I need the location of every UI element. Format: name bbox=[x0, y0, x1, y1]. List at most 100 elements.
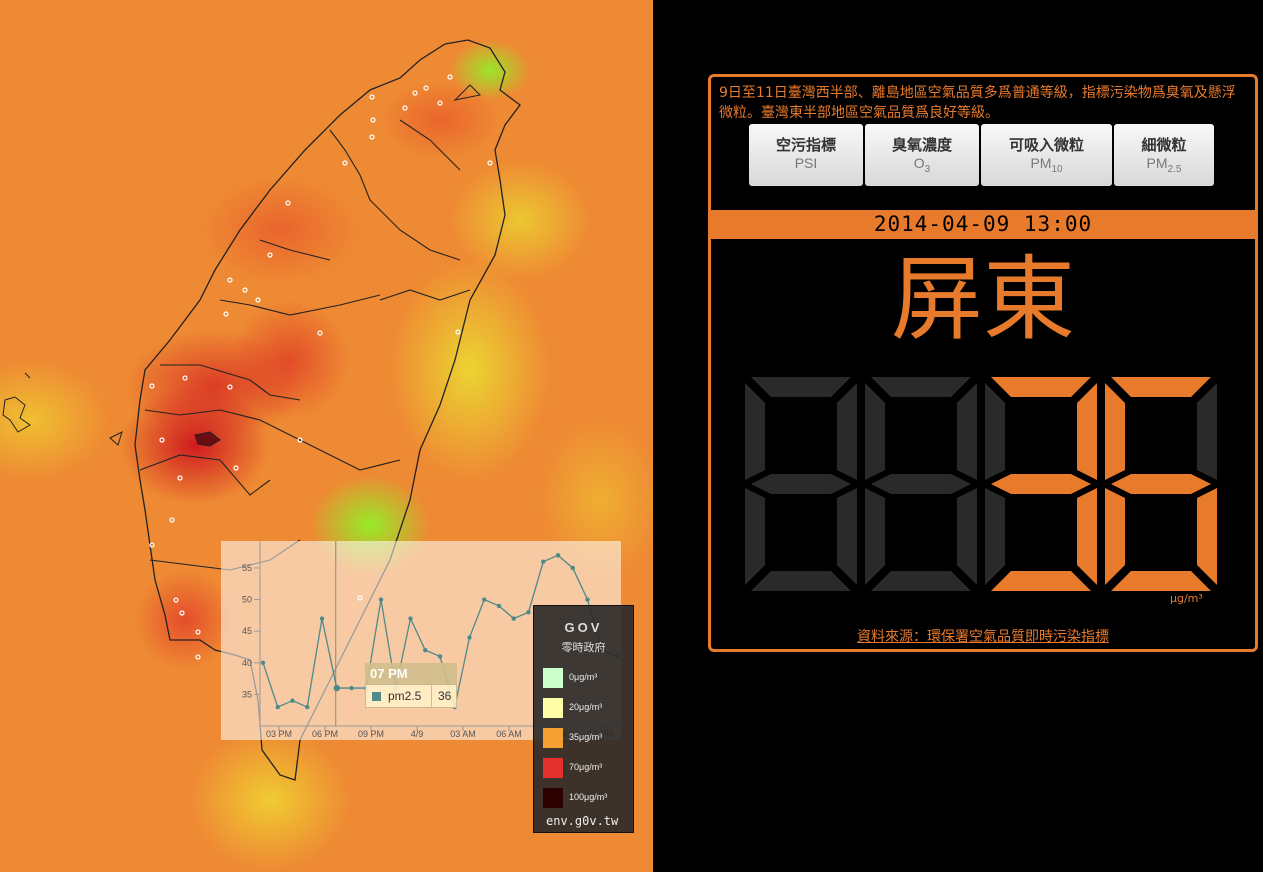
data-point bbox=[290, 698, 295, 703]
segment-e bbox=[745, 488, 765, 585]
tooltip-series-swatch bbox=[372, 692, 381, 701]
station-name: 屏東 bbox=[890, 246, 1075, 353]
digit-1 bbox=[865, 377, 977, 591]
segment-f bbox=[985, 383, 1005, 480]
digit-0 bbox=[745, 377, 857, 591]
segment-b bbox=[837, 383, 857, 480]
g0v-logo: GOV bbox=[564, 620, 603, 635]
segment-f bbox=[1105, 383, 1125, 480]
reading-datetime: 2014-04-09 13:00 bbox=[711, 210, 1255, 239]
data-point bbox=[378, 597, 384, 602]
segment-a bbox=[1111, 377, 1211, 397]
data-point bbox=[555, 553, 561, 558]
data-point bbox=[349, 685, 354, 691]
data-point bbox=[541, 559, 546, 564]
segment-d bbox=[751, 571, 851, 591]
data-point bbox=[408, 616, 413, 621]
legend-label: 100μg/m³ bbox=[569, 792, 608, 802]
tooltip-value: 36 bbox=[431, 685, 451, 707]
tab-psi-sub: PSI bbox=[794, 155, 818, 171]
segment-f bbox=[745, 383, 765, 480]
segment-e bbox=[1105, 488, 1125, 585]
segment-g bbox=[871, 474, 971, 494]
y-tick-label: 40 bbox=[242, 658, 252, 668]
data-point bbox=[482, 597, 487, 602]
y-tick-label: 50 bbox=[242, 595, 252, 605]
segment-c bbox=[837, 488, 857, 585]
segment-a bbox=[871, 377, 971, 397]
legend-label: 0μg/m³ bbox=[569, 672, 598, 682]
segment-e bbox=[865, 488, 885, 585]
segment-b bbox=[1197, 383, 1217, 480]
x-tick-label: 06 AM bbox=[496, 729, 522, 739]
seven-segment-display bbox=[745, 377, 1217, 591]
tab-o3-label: 臭氧濃度 bbox=[891, 136, 952, 154]
data-point bbox=[423, 647, 428, 653]
legend-label: 35μg/m³ bbox=[569, 732, 603, 742]
legend-swatch bbox=[543, 698, 563, 718]
pollution-heat-map[interactable]: 555045403503 PM06 PM09 PM4/903 AM06 AM09… bbox=[0, 0, 653, 872]
segment-d bbox=[871, 571, 971, 591]
legend-swatch bbox=[543, 788, 563, 808]
legend-label: 20μg/m³ bbox=[569, 702, 603, 712]
tab-pm25-sub: PM2.5 bbox=[1146, 155, 1182, 175]
data-point bbox=[496, 603, 502, 609]
data-point bbox=[437, 654, 443, 659]
reading-panel: 9日至11日臺灣西半部、離島地區空氣品質多爲普通等級，指標污染物爲臭氧及懸浮微粒… bbox=[708, 74, 1258, 652]
x-tick-label: 09 PM bbox=[358, 729, 384, 739]
segment-g bbox=[991, 474, 1091, 494]
g0v-logo-subtitle: 零時政府 bbox=[561, 641, 606, 654]
data-point bbox=[511, 616, 516, 621]
data-point bbox=[467, 635, 472, 640]
y-tick-label: 35 bbox=[242, 689, 252, 699]
data-point bbox=[260, 660, 266, 665]
segment-g bbox=[751, 474, 851, 494]
y-tick-label: 55 bbox=[242, 563, 252, 573]
tab-psi-label: 空污指標 bbox=[775, 136, 836, 154]
chart-tooltip: 07 PM pm2.5 36 bbox=[365, 663, 457, 708]
tab-o3-sub: O3 bbox=[913, 155, 931, 175]
tab-pm10-sub: PM10 bbox=[1030, 155, 1063, 175]
data-point bbox=[319, 616, 325, 621]
tab-o3[interactable]: 臭氧濃度 O3 bbox=[865, 124, 979, 186]
segment-e bbox=[985, 488, 1005, 585]
tooltip-series-name: pm2.5 bbox=[388, 689, 422, 703]
segment-b bbox=[1077, 383, 1097, 480]
segment-a bbox=[991, 377, 1091, 397]
tab-psi[interactable]: 空污指標 PSI bbox=[749, 124, 863, 186]
x-tick-label: 4/9 bbox=[411, 729, 424, 739]
legend-label: 70μg/m³ bbox=[569, 762, 603, 772]
legend-swatch bbox=[543, 758, 563, 778]
segment-d bbox=[991, 571, 1091, 591]
digit-3 bbox=[1105, 377, 1217, 591]
x-tick-label: 03 PM bbox=[266, 729, 292, 739]
tab-pm25[interactable]: 細微粒 PM2.5 bbox=[1114, 124, 1214, 186]
tab-pm10[interactable]: 可吸入微粒 PM10 bbox=[981, 124, 1112, 186]
tab-pm25-label: 細微粒 bbox=[1141, 136, 1187, 154]
segment-g bbox=[1111, 474, 1211, 494]
digit-2 bbox=[985, 377, 1097, 591]
legend-swatch bbox=[543, 668, 563, 688]
segment-a bbox=[751, 377, 851, 397]
data-point bbox=[570, 565, 575, 571]
segment-c bbox=[957, 488, 977, 585]
tooltip-time: 07 PM bbox=[365, 663, 457, 684]
x-tick-label: 03 AM bbox=[450, 729, 476, 739]
data-point bbox=[275, 704, 280, 710]
tab-pm10-label: 可吸入微粒 bbox=[1008, 136, 1084, 154]
segment-f bbox=[865, 383, 885, 480]
segment-c bbox=[1197, 488, 1217, 585]
segment-d bbox=[1111, 571, 1211, 591]
legend-swatch bbox=[543, 728, 563, 748]
site-url[interactable]: env.g0v.tw bbox=[546, 814, 618, 828]
segment-c bbox=[1077, 488, 1097, 585]
data-point bbox=[333, 684, 340, 692]
data-source-link[interactable]: 資料來源：環保署空氣品質即時污染指標 bbox=[711, 626, 1255, 646]
data-point bbox=[526, 610, 531, 615]
data-point bbox=[585, 597, 590, 602]
segment-b bbox=[957, 383, 977, 480]
reading-unit: μg/m³ bbox=[1170, 592, 1203, 605]
x-tick-label: 06 PM bbox=[312, 729, 338, 739]
tooltip-body: pm2.5 36 bbox=[365, 684, 457, 708]
data-point bbox=[305, 704, 310, 710]
